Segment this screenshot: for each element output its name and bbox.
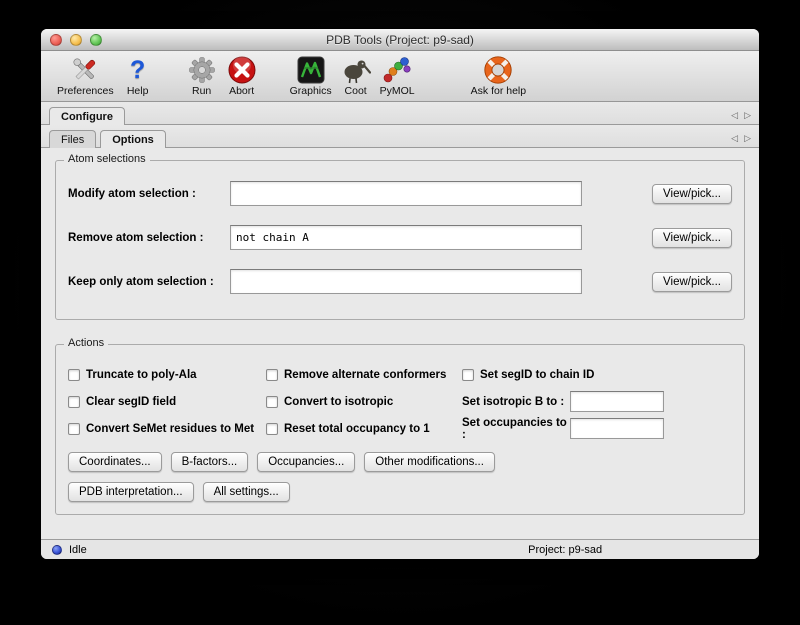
occupancies-input[interactable] (570, 418, 664, 439)
isotropic-b-input[interactable] (570, 391, 664, 412)
checkbox-box[interactable] (266, 369, 278, 381)
tab-files[interactable]: Files (49, 130, 96, 148)
other-modifications-button[interactable]: Other modifications... (364, 452, 495, 472)
coot-button[interactable]: Coot (340, 54, 372, 97)
group-title: Atom selections (64, 153, 150, 165)
remove-selection-row: Remove atom selection : View/pick... (68, 225, 732, 250)
title-bar: PDB Tools (Project: p9-sad) (41, 29, 759, 51)
keep-selection-label: Keep only atom selection : (68, 276, 230, 288)
lifebuoy-icon (482, 54, 514, 86)
run-button[interactable]: Run (186, 54, 218, 97)
checkbox-set-segid-to-chainid[interactable]: Set segID to chain ID (462, 369, 732, 381)
checkbox-truncate-polyala[interactable]: Truncate to poly-Ala (68, 369, 266, 381)
tab-pager: ◁ ▷ (731, 134, 759, 143)
window-title: PDB Tools (Project: p9-sad) (41, 33, 759, 47)
toolbar-item-label: Preferences (57, 85, 114, 97)
status-indicator-icon (52, 545, 62, 555)
abort-button[interactable]: Abort (226, 54, 258, 97)
preferences-button[interactable]: Preferences (57, 54, 114, 97)
toolbar-item-label: PyMOL (380, 85, 415, 97)
occupancies-field-row: Set occupancies to : (462, 417, 732, 441)
coot-bird-icon (340, 54, 372, 86)
pymol-button[interactable]: PyMOL (380, 54, 415, 97)
keep-viewpick-button[interactable]: View/pick... (652, 272, 732, 292)
b-factors-button[interactable]: B-factors... (171, 452, 249, 472)
checkbox-box[interactable] (266, 396, 278, 408)
checkbox-convert-isotropic[interactable]: Convert to isotropic (266, 396, 462, 408)
keep-selection-input[interactable] (230, 269, 582, 294)
toolbar-item-label: Ask for help (471, 85, 526, 97)
checkbox-reset-occupancy[interactable]: Reset total occupancy to 1 (266, 423, 462, 435)
modify-selection-label: Modify atom selection : (68, 188, 230, 200)
coordinates-button[interactable]: Coordinates... (68, 452, 162, 472)
group-actions: Actions Truncate to poly-Ala Remove alte… (55, 344, 745, 515)
toolbar-item-label: Abort (229, 85, 254, 97)
toolbar-item-label: Help (127, 85, 149, 97)
checkbox-remove-alternate-conformers[interactable]: Remove alternate conformers (266, 369, 462, 381)
question-mark-icon: ? (122, 54, 154, 86)
occupancies-button[interactable]: Occupancies... (257, 452, 355, 472)
keep-selection-row: Keep only atom selection : View/pick... (68, 269, 732, 294)
content-spacer (41, 515, 759, 539)
tab-scroll-right-icon[interactable]: ▷ (744, 134, 751, 143)
occupancies-label: Set occupancies to : (462, 417, 570, 441)
options-panel: Atom selections Modify atom selection : … (41, 148, 759, 539)
modify-viewpick-button[interactable]: View/pick... (652, 184, 732, 204)
toolbar-item-label: Run (192, 85, 211, 97)
tab-pager: ◁ ▷ (731, 111, 759, 120)
checkbox-box[interactable] (266, 423, 278, 435)
actions-button-row-1: Coordinates... B-factors... Occupancies.… (68, 452, 732, 472)
main-tab-bar: Configure ◁ ▷ (41, 102, 759, 125)
tab-scroll-left-icon[interactable]: ◁ (731, 134, 738, 143)
graphics-button[interactable]: Graphics (290, 54, 332, 97)
toolbar: Preferences ? Help (41, 51, 759, 102)
modify-selection-row: Modify atom selection : View/pick... (68, 181, 732, 206)
remove-viewpick-button[interactable]: View/pick... (652, 228, 732, 248)
modify-selection-input[interactable] (230, 181, 582, 206)
help-button[interactable]: ? Help (122, 54, 154, 97)
ask-for-help-button[interactable]: Ask for help (471, 54, 526, 97)
tab-configure[interactable]: Configure (49, 107, 125, 125)
checkbox-clear-segid[interactable]: Clear segID field (68, 396, 266, 408)
tab-scroll-right-icon[interactable]: ▷ (744, 111, 751, 120)
pdb-interpretation-button[interactable]: PDB interpretation... (68, 482, 194, 502)
toolbar-item-label: Graphics (290, 85, 332, 97)
group-atom-selections: Atom selections Modify atom selection : … (55, 160, 745, 320)
checkbox-convert-semet[interactable]: Convert SeMet residues to Met (68, 423, 266, 435)
tab-scroll-left-icon[interactable]: ◁ (731, 111, 738, 120)
checkbox-box[interactable] (68, 369, 80, 381)
all-settings-button[interactable]: All settings... (203, 482, 290, 502)
graphics-icon (295, 54, 327, 86)
checkbox-box[interactable] (68, 423, 80, 435)
status-text: Idle (69, 544, 87, 556)
actions-checkbox-grid: Truncate to poly-Ala Remove alternate co… (68, 361, 732, 442)
checkbox-box[interactable] (68, 396, 80, 408)
isotropic-b-field-row: Set isotropic B to : (462, 391, 732, 412)
desktop-background: PDB Tools (Project: p9-sad) Preferences … (0, 0, 800, 625)
isotropic-b-label: Set isotropic B to : (462, 396, 570, 408)
tools-icon (69, 54, 101, 86)
remove-selection-label: Remove atom selection : (68, 232, 230, 244)
checkbox-box[interactable] (462, 369, 474, 381)
remove-selection-input[interactable] (230, 225, 582, 250)
toolbar-item-label: Coot (345, 85, 367, 97)
abort-cross-icon (226, 54, 258, 86)
sub-tab-bar: Files Options ◁ ▷ (41, 125, 759, 148)
status-bar: Idle Project: p9-sad (41, 539, 759, 559)
pymol-spheres-icon (381, 54, 413, 86)
gear-icon (186, 54, 218, 86)
tab-options[interactable]: Options (100, 130, 166, 148)
pdb-tools-window: PDB Tools (Project: p9-sad) Preferences … (41, 29, 759, 559)
project-label: Project: p9-sad (528, 544, 602, 556)
group-title: Actions (64, 337, 108, 349)
actions-button-row-2: PDB interpretation... All settings... (68, 482, 732, 502)
